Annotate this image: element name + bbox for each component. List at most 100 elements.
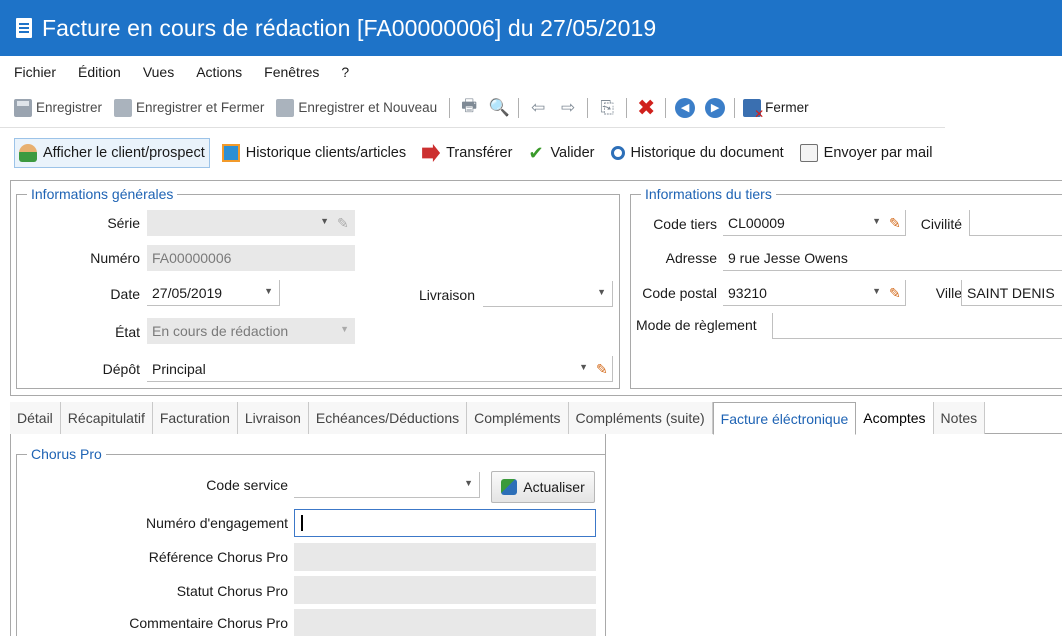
- copy-icon[interactable]: ⎘: [596, 97, 618, 119]
- reference-field: [294, 543, 596, 571]
- depot-label: Dépôt: [102, 361, 140, 377]
- serie-label: Série: [107, 215, 140, 231]
- main-toolbar: Enregistrer Enregistrer et Fermer Enregi…: [0, 88, 945, 128]
- toolbar-separator: [665, 97, 667, 118]
- code-service-select[interactable]: ▼: [294, 472, 480, 498]
- document-icon: [16, 18, 32, 38]
- send-mail-label: Envoyer par mail: [823, 145, 933, 161]
- ville-label: Ville: [935, 285, 962, 301]
- code-postal-select[interactable]: 93210 ▼ ✎: [723, 280, 906, 306]
- tab-complements[interactable]: Compléments: [467, 402, 569, 434]
- menu-vues[interactable]: Vues: [143, 64, 174, 80]
- save-icon: [14, 98, 32, 117]
- engagement-label: Numéro d'engagement: [146, 515, 288, 531]
- chorus-pro-title: Chorus Pro: [27, 446, 106, 462]
- refresh-icon: [501, 479, 518, 495]
- menu-edition[interactable]: Édition: [78, 64, 121, 80]
- commentaire-field: [294, 609, 596, 636]
- mode-reglement-select[interactable]: [772, 313, 1062, 339]
- forward-arrow-icon[interactable]: ⇨: [557, 97, 579, 119]
- toolbar-separator: [734, 97, 736, 118]
- save-close-label: Enregistrer et Fermer: [136, 100, 265, 115]
- statut-label: Statut Chorus Pro: [176, 583, 288, 599]
- code-service-label: Code service: [206, 477, 288, 493]
- toolbar-separator: [518, 97, 520, 118]
- close-button[interactable]: Fermer: [743, 98, 809, 121]
- refresh-button[interactable]: Actualiser: [491, 471, 595, 503]
- livraison-select[interactable]: ▼: [483, 281, 613, 307]
- show-client-button[interactable]: Afficher le client/prospect: [14, 138, 210, 168]
- menu-fenetres[interactable]: Fenêtres: [264, 64, 319, 80]
- next-icon[interactable]: ▶: [704, 97, 726, 119]
- refresh-label: Actualiser: [523, 479, 585, 495]
- general-info-title: Informations générales: [27, 186, 178, 202]
- show-client-label: Afficher le client/prospect: [43, 145, 205, 161]
- numero-label: Numéro: [90, 250, 140, 266]
- send-mail-button[interactable]: Envoyer par mail: [796, 138, 937, 168]
- document-tabs: Détail Récapitulatif Facturation Livrais…: [10, 402, 1062, 435]
- transfer-button[interactable]: Transférer: [418, 138, 516, 168]
- code-tiers-select[interactable]: CL00009 ▼ ✎: [723, 210, 906, 236]
- validate-label: Valider: [550, 145, 595, 161]
- check-icon: ✔: [528, 142, 544, 163]
- print-icon[interactable]: 🖶: [458, 96, 480, 119]
- history-document-label: Historique du document: [630, 145, 784, 161]
- menu-fichier[interactable]: Fichier: [14, 64, 56, 80]
- tiers-info-title: Informations du tiers: [641, 186, 776, 202]
- statut-field: [294, 576, 596, 604]
- serie-select: ▼ ✎: [147, 210, 355, 236]
- save-close-icon: [114, 98, 133, 117]
- back-arrow-icon[interactable]: ⇦: [527, 97, 549, 119]
- tab-facture-electronique[interactable]: Facture éléctronique: [712, 402, 857, 435]
- ville-field[interactable]: SAINT DENIS: [961, 280, 1062, 306]
- etat-label: État: [115, 324, 140, 340]
- save-new-button[interactable]: Enregistrer et Nouveau: [276, 98, 438, 117]
- tab-notes[interactable]: Notes: [933, 402, 986, 434]
- toolbar-separator: [449, 97, 451, 118]
- mail-icon: [799, 144, 818, 162]
- date-picker[interactable]: 27/05/2019 ▼: [147, 280, 280, 306]
- tab-complements-suite[interactable]: Compléments (suite): [568, 402, 713, 434]
- tab-detail[interactable]: Détail: [10, 402, 61, 434]
- numero-field: FA00000006: [147, 245, 355, 271]
- save-new-icon: [276, 98, 295, 117]
- print-preview-icon[interactable]: 🔍: [488, 97, 510, 119]
- code-postal-label: Code postal: [642, 285, 717, 301]
- user-icon: [19, 144, 37, 162]
- mode-reglement-label: Mode de règlement: [636, 317, 757, 333]
- save-new-label: Enregistrer et Nouveau: [298, 100, 438, 115]
- tab-echeances[interactable]: Echéances/Déductions: [308, 402, 468, 434]
- transfer-label: Transférer: [446, 145, 513, 161]
- close-label: Fermer: [765, 100, 809, 115]
- tab-facturation[interactable]: Facturation: [152, 402, 238, 434]
- adresse-field[interactable]: 9 rue Jesse Owens: [723, 245, 1062, 271]
- title-bar: Facture en cours de rédaction [FA0000000…: [0, 0, 1062, 56]
- history-icon: [221, 144, 240, 162]
- tab-recapitulatif[interactable]: Récapitulatif: [60, 402, 153, 434]
- menu-bar: Fichier Édition Vues Actions Fenêtres ?: [0, 56, 1062, 88]
- validate-button[interactable]: ✔ Valider: [524, 138, 598, 168]
- save-button[interactable]: Enregistrer: [14, 98, 102, 117]
- history-clients-button[interactable]: Historique clients/articles: [218, 138, 410, 168]
- commentaire-label: Commentaire Chorus Pro: [129, 615, 288, 631]
- close-icon: [743, 98, 764, 121]
- transfer-icon: [422, 144, 441, 162]
- engagement-input[interactable]: [294, 509, 596, 537]
- civilite-label: Civilité: [920, 216, 962, 232]
- toolbar-separator: [587, 97, 589, 118]
- reference-label: Référence Chorus Pro: [148, 549, 288, 565]
- tab-acomptes[interactable]: Acomptes: [856, 402, 934, 434]
- civilite-select[interactable]: [969, 210, 1062, 236]
- menu-actions[interactable]: Actions: [196, 64, 242, 80]
- actions-toolbar: Afficher le client/prospect Historique c…: [0, 134, 1062, 172]
- code-tiers-label: Code tiers: [653, 216, 717, 232]
- menu-help[interactable]: ?: [341, 64, 349, 80]
- history-clients-label: Historique clients/articles: [245, 145, 407, 161]
- date-label: Date: [110, 286, 140, 302]
- history-document-button[interactable]: Historique du document: [607, 138, 788, 168]
- previous-icon[interactable]: ◀: [674, 97, 696, 119]
- tab-livraison[interactable]: Livraison: [237, 402, 309, 434]
- depot-select[interactable]: Principal ▼ ✎: [147, 356, 613, 382]
- delete-icon[interactable]: ✖: [635, 95, 657, 120]
- save-close-button[interactable]: Enregistrer et Fermer: [114, 98, 265, 117]
